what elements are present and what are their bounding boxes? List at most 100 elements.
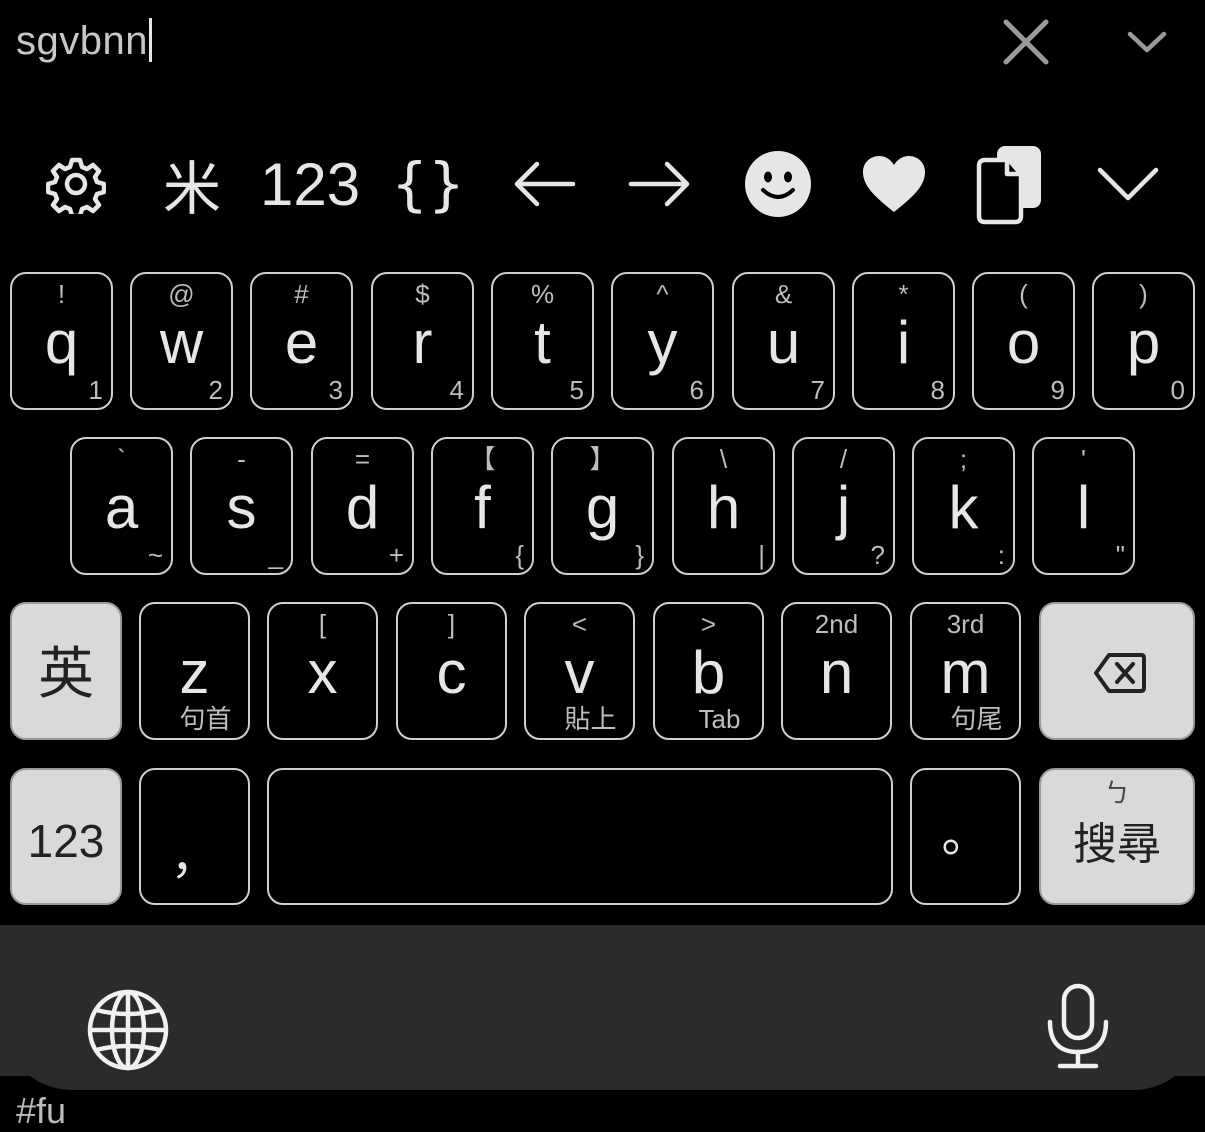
key-corner-label: 1 — [88, 375, 103, 405]
clipboard-icon — [976, 146, 1041, 225]
key-label: 123 — [27, 815, 105, 867]
key-alt-label: 【 — [469, 444, 496, 474]
emoji-button[interactable] — [734, 140, 822, 228]
comma-key[interactable]: ， — [139, 768, 250, 905]
key-z[interactable]: z 句首 — [139, 602, 250, 740]
language-toggle-key[interactable]: 英 — [10, 602, 122, 740]
key-label: z — [179, 639, 210, 706]
key-label: q — [44, 309, 79, 376]
key-q[interactable]: ! q 1 — [10, 272, 113, 410]
key-b[interactable]: > b Tab — [653, 602, 764, 740]
key-n[interactable]: 2nd n — [781, 602, 892, 740]
input-row: sgvbnn — [0, 0, 1205, 90]
gear-icon — [46, 157, 106, 214]
heart-icon — [863, 156, 925, 212]
key-corner-label: ? — [870, 540, 885, 570]
key-alt-label: # — [294, 279, 309, 309]
key-sub-label: 句首 — [179, 704, 232, 734]
close-icon — [1003, 19, 1049, 65]
key-alt-label: - — [237, 444, 246, 474]
collapse-keyboard-button[interactable] — [1122, 18, 1172, 68]
key-i[interactable]: * i 8 — [852, 272, 955, 410]
key-alt-label: > — [700, 609, 717, 639]
key-label: u — [766, 309, 801, 376]
cursor-left-button[interactable] — [500, 140, 588, 228]
key-y[interactable]: ^ y 6 — [611, 272, 714, 410]
key-t[interactable]: % t 5 — [491, 272, 594, 410]
key-j[interactable]: / j? — [792, 437, 895, 575]
globe-button[interactable] — [86, 988, 170, 1072]
arrow-right-icon — [628, 161, 690, 207]
key-alt-label: ] — [447, 609, 456, 639]
backspace-icon — [1094, 653, 1146, 693]
key-label: s — [226, 474, 257, 541]
key-alt-label: / — [839, 444, 848, 474]
key-label: e — [284, 309, 319, 376]
key-sub-label: 句尾 — [950, 704, 1003, 734]
braces-button[interactable]: {} — [384, 140, 472, 228]
key-label: b — [691, 639, 726, 706]
clear-button[interactable] — [1000, 16, 1052, 68]
key-label: p — [1126, 309, 1161, 376]
key-alt-label: 】 — [589, 444, 616, 474]
key-h[interactable]: \ h | — [672, 437, 775, 575]
key-alt-label: % — [530, 279, 555, 309]
search-input[interactable]: sgvbnn — [16, 18, 152, 64]
backspace-key[interactable] — [1039, 602, 1195, 740]
key-label: d — [345, 474, 380, 541]
key-g[interactable]: 】 g} — [551, 437, 654, 575]
key-label: x — [307, 639, 338, 706]
key-alt-label: ^ — [656, 279, 669, 309]
key-label: j — [836, 474, 851, 541]
clipboard-button[interactable] — [966, 140, 1054, 228]
numbers-key[interactable]: 123 — [10, 768, 122, 905]
key-u[interactable]: & u 7 — [732, 272, 835, 410]
key-l[interactable]: ' l " — [1032, 437, 1135, 575]
key-c[interactable]: ] c — [396, 602, 507, 740]
key-d[interactable]: = d + — [311, 437, 414, 575]
cursor-right-button[interactable] — [616, 140, 704, 228]
key-m[interactable]: 3rd m 句尾 — [910, 602, 1021, 740]
key-corner-label: _ — [268, 540, 283, 570]
key-corner-label: { — [515, 540, 524, 570]
input-value: sgvbnn — [16, 19, 148, 63]
key-corner-label: } — [635, 540, 644, 570]
collapse-toolbar-button[interactable] — [1084, 140, 1172, 228]
space-key[interactable] — [267, 768, 893, 905]
settings-button[interactable] — [32, 140, 120, 228]
key-corner-label: 3 — [328, 375, 343, 405]
key-alt-label: * — [898, 279, 909, 309]
key-label: ， — [170, 829, 219, 885]
symbols-button[interactable]: 米 — [148, 140, 236, 228]
key-label: y — [647, 309, 678, 376]
key-v[interactable]: < v 貼上 — [524, 602, 635, 740]
key-label: f — [474, 474, 491, 541]
key-p[interactable]: ) p 0 — [1092, 272, 1195, 410]
chevron-down-icon — [1127, 31, 1167, 53]
numbers-toolbar-button[interactable]: 123 — [260, 140, 360, 228]
favorites-button[interactable] — [850, 140, 938, 228]
key-s[interactable]: - s _ — [190, 437, 293, 575]
key-k[interactable]: ; k: — [912, 437, 1015, 575]
key-e[interactable]: # e 3 — [250, 272, 353, 410]
dictation-button[interactable] — [1044, 982, 1112, 1072]
key-f[interactable]: 【f { — [431, 437, 534, 575]
key-w[interactable]: @ w 2 — [130, 272, 233, 410]
key-corner-label: 5 — [569, 375, 584, 405]
key-r[interactable]: $ r 4 — [371, 272, 474, 410]
key-o[interactable]: (o 9 — [972, 272, 1075, 410]
key-alt-label: ( — [1019, 279, 1028, 309]
key-corner-label: 4 — [449, 375, 464, 405]
globe-icon — [87, 989, 169, 1071]
key-label: t — [534, 309, 551, 376]
key-label: n — [819, 639, 854, 706]
search-key[interactable]: ㄅ 搜尋 — [1039, 768, 1195, 905]
key-corner-label: 9 — [1050, 375, 1065, 405]
period-key[interactable]: 。 — [910, 768, 1021, 905]
key-corner-label: " — [1115, 540, 1125, 570]
key-label: r — [412, 309, 433, 376]
key-alt-label: $ — [415, 279, 430, 309]
key-a[interactable]: ` a ~ — [70, 437, 173, 575]
key-x[interactable]: [x — [267, 602, 378, 740]
key-corner-label: 0 — [1170, 375, 1185, 405]
